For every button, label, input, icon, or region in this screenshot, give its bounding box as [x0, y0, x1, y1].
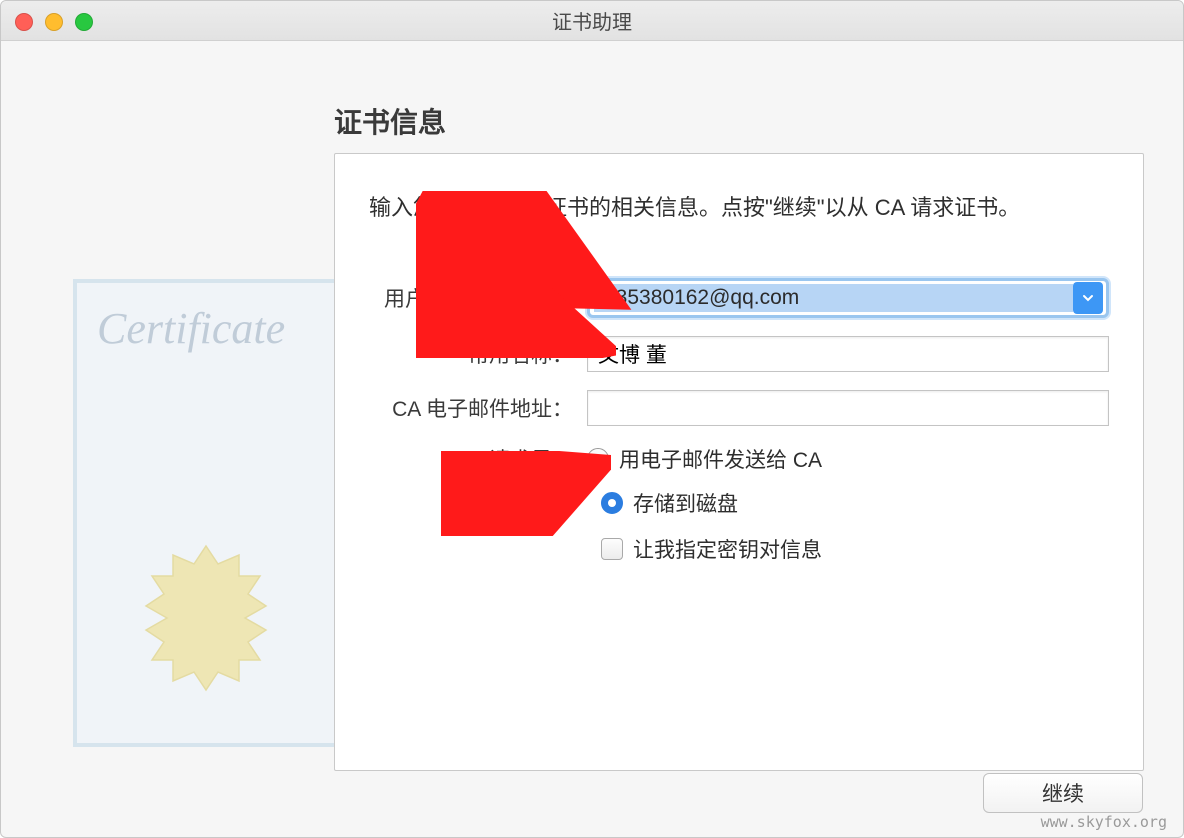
certificate-seal-icon	[131, 543, 281, 693]
label-ca-email: CA 电子邮件地址：	[369, 393, 587, 423]
row-user-email: 用户电子邮件地址： 935380162@qq.com	[369, 278, 1109, 318]
watermark-text: www.skyfox.org	[1041, 813, 1167, 831]
certificate-illustration: Certificate	[73, 279, 339, 747]
checkbox-specify-keypair-box[interactable]	[601, 538, 623, 560]
traffic-lights	[15, 13, 93, 31]
user-email-combobox[interactable]: 935380162@qq.com	[587, 278, 1109, 318]
checkbox-specify-keypair-label: 让我指定密钥对信息	[633, 534, 822, 564]
row-ca-email: CA 电子邮件地址：	[369, 390, 1109, 426]
section-title: 证书信息	[334, 101, 446, 141]
radio-save-disk[interactable]: 存储到磁盘	[601, 488, 1109, 518]
window-root: 证书助理 Certificate 证书信息 输入您正在请求的证书的相关信息。点按…	[0, 0, 1184, 838]
minimize-window-button[interactable]	[45, 13, 63, 31]
row-common-name: 常用名称：	[369, 336, 1109, 372]
label-user-email: 用户电子邮件地址：	[369, 283, 587, 313]
close-window-button[interactable]	[15, 13, 33, 31]
common-name-input[interactable]	[587, 336, 1109, 372]
instruction-text: 输入您正在请求的证书的相关信息。点按"继续"以从 CA 请求证书。	[369, 190, 1109, 222]
form-panel: 输入您正在请求的证书的相关信息。点按"继续"以从 CA 请求证书。 用户电子邮件…	[334, 153, 1144, 771]
radio-save-disk-label: 存储到磁盘	[633, 488, 738, 518]
radio-email-ca-label: 用电子邮件发送给 CA	[619, 444, 822, 474]
user-email-value: 935380162@qq.com	[594, 284, 1073, 312]
continue-button[interactable]: 继续	[983, 773, 1143, 813]
window-title: 证书助理	[552, 6, 632, 35]
maximize-window-button[interactable]	[75, 13, 93, 31]
radio-email-ca[interactable]: 用电子邮件发送给 CA	[587, 444, 822, 474]
certificate-script-text: Certificate	[97, 303, 315, 354]
label-request: 请求是：	[369, 444, 587, 474]
radio-save-disk-button[interactable]	[601, 492, 623, 514]
label-common-name: 常用名称：	[369, 339, 587, 369]
ca-email-input[interactable]	[587, 390, 1109, 426]
dropdown-arrow-icon[interactable]	[1073, 282, 1103, 314]
radio-email-ca-button[interactable]	[587, 448, 609, 470]
checkbox-specify-keypair[interactable]: 让我指定密钥对信息	[601, 534, 1109, 564]
options-block: 存储到磁盘 让我指定密钥对信息	[601, 488, 1109, 564]
content-area: Certificate 证书信息 输入您正在请求的证书的相关信息。点按"继续"以…	[1, 41, 1183, 837]
titlebar: 证书助理	[1, 1, 1183, 41]
row-request: 请求是： 用电子邮件发送给 CA	[369, 444, 1109, 474]
